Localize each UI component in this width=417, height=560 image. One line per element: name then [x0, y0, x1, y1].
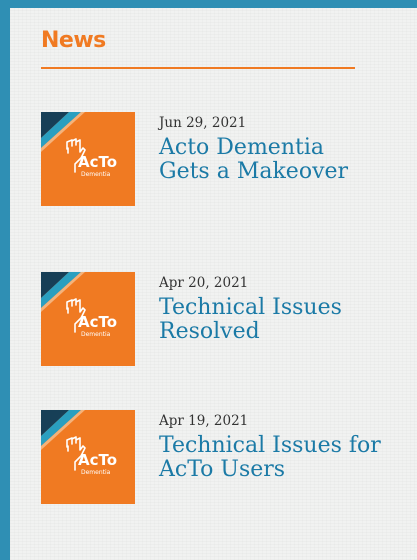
- svg-text:Dementia: Dementia: [81, 469, 111, 476]
- svg-text:AcTo: AcTo: [78, 313, 117, 331]
- news-panel: News AcTo Dementia Jun 29, 2021 Acto Dem…: [10, 8, 417, 560]
- news-thumbnail[interactable]: AcTo Dementia: [41, 272, 135, 366]
- news-thumbnail[interactable]: AcTo Dementia: [41, 112, 135, 206]
- news-date: Jun 29, 2021: [159, 115, 247, 131]
- svg-text:AcTo: AcTo: [78, 451, 117, 469]
- news-thumbnail[interactable]: AcTo Dementia: [41, 410, 135, 504]
- acto-dementia-logo-icon: AcTo Dementia: [41, 410, 135, 504]
- news-title-link[interactable]: Technical Issues for AcTo Users: [159, 434, 381, 482]
- heading-divider: [41, 67, 355, 69]
- svg-text:Dementia: Dementia: [81, 331, 111, 338]
- svg-text:AcTo: AcTo: [78, 153, 117, 171]
- news-date: Apr 20, 2021: [159, 275, 249, 291]
- acto-dementia-logo-icon: AcTo Dementia: [41, 112, 135, 206]
- news-title-link[interactable]: Acto Dementia Gets a Makeover: [159, 136, 381, 184]
- news-date: Apr 19, 2021: [159, 413, 249, 429]
- svg-text:Dementia: Dementia: [81, 171, 111, 178]
- acto-dementia-logo-icon: AcTo Dementia: [41, 272, 135, 366]
- news-title-link[interactable]: Technical Issues Resolved: [159, 296, 381, 344]
- news-heading: News: [41, 28, 106, 53]
